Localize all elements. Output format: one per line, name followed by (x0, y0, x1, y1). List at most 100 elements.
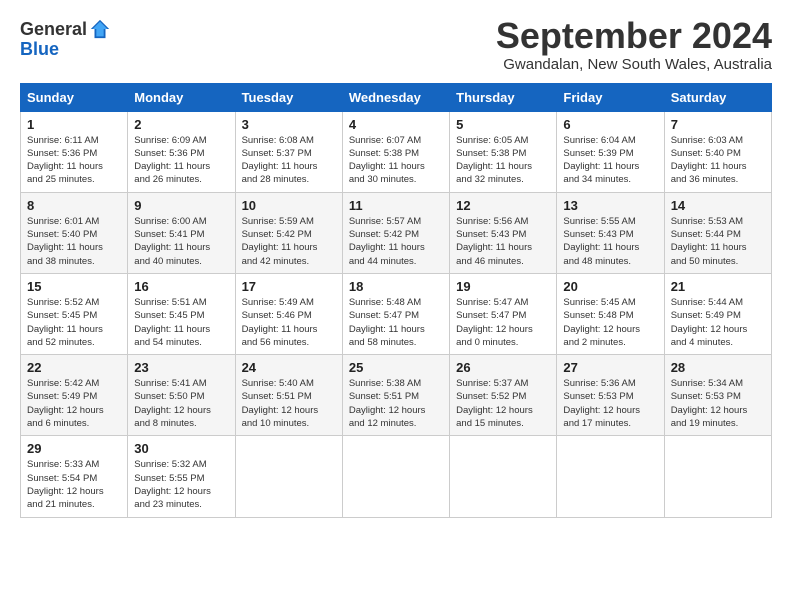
day-info: Sunrise: 5:48 AM Sunset: 5:47 PM Dayligh… (349, 296, 444, 349)
calendar-cell: 7 Sunrise: 6:03 AM Sunset: 5:40 PM Daylig… (664, 111, 771, 192)
calendar-cell (664, 436, 771, 517)
calendar-cell: 17 Sunrise: 5:49 AM Sunset: 5:46 PM Dayli… (235, 273, 342, 354)
calendar-cell: 25Sunrise: 5:38 AM Sunset: 5:51 PM Dayli… (342, 355, 449, 436)
day-number: 11 (349, 198, 444, 213)
calendar-week-row: 1 Sunrise: 6:11 AM Sunset: 5:36 PM Daylig… (21, 111, 772, 192)
day-number: 19 (456, 279, 551, 294)
calendar-cell: 8 Sunrise: 6:01 AM Sunset: 5:40 PM Daylig… (21, 192, 128, 273)
day-info: Sunrise: 6:04 AM Sunset: 5:39 PM Dayligh… (563, 134, 658, 187)
calendar-cell: 27 Sunrise: 5:36 AM Sunset: 5:53 PM Dayli… (557, 355, 664, 436)
logo-blue-text: Blue (20, 40, 111, 60)
calendar-cell: 26 Sunrise: 5:37 AM Sunset: 5:52 PM Dayli… (450, 355, 557, 436)
subtitle: Gwandalan, New South Wales, Australia (496, 56, 772, 73)
calendar-cell (450, 436, 557, 517)
header: General Blue September 2024 Gwandalan, N… (20, 16, 772, 73)
day-number: 30 (134, 441, 229, 456)
calendar-cell: 20Sunrise: 5:45 AM Sunset: 5:48 PM Dayli… (557, 273, 664, 354)
day-number: 29 (27, 441, 122, 456)
logo-icon (89, 18, 111, 40)
calendar-cell: 23 Sunrise: 5:41 AM Sunset: 5:50 PM Dayli… (128, 355, 235, 436)
calendar-cell: 3Sunrise: 6:08 AM Sunset: 5:37 PM Daylig… (235, 111, 342, 192)
day-number: 13 (563, 198, 658, 213)
calendar-week-row: 8 Sunrise: 6:01 AM Sunset: 5:40 PM Daylig… (21, 192, 772, 273)
calendar-header-saturday: Saturday (664, 83, 771, 111)
calendar-cell: 21Sunrise: 5:44 AM Sunset: 5:49 PM Dayli… (664, 273, 771, 354)
day-info: Sunrise: 5:36 AM Sunset: 5:53 PM Dayligh… (563, 377, 658, 430)
day-number: 8 (27, 198, 122, 213)
day-number: 28 (671, 360, 766, 375)
day-info: Sunrise: 6:09 AM Sunset: 5:36 PM Dayligh… (134, 134, 229, 187)
day-info: Sunrise: 5:45 AM Sunset: 5:48 PM Dayligh… (563, 296, 658, 349)
day-number: 24 (242, 360, 337, 375)
day-info: Sunrise: 5:33 AM Sunset: 5:54 PM Dayligh… (27, 458, 122, 511)
day-number: 5 (456, 117, 551, 132)
day-number: 7 (671, 117, 766, 132)
day-info: Sunrise: 5:49 AM Sunset: 5:46 PM Dayligh… (242, 296, 337, 349)
logo-general-text: General (20, 20, 87, 40)
day-number: 4 (349, 117, 444, 132)
day-info: Sunrise: 5:55 AM Sunset: 5:43 PM Dayligh… (563, 215, 658, 268)
calendar-week-row: 22Sunrise: 5:42 AM Sunset: 5:49 PM Dayli… (21, 355, 772, 436)
calendar-cell: 15 Sunrise: 5:52 AM Sunset: 5:45 PM Dayli… (21, 273, 128, 354)
day-info: Sunrise: 5:34 AM Sunset: 5:53 PM Dayligh… (671, 377, 766, 430)
day-info: Sunrise: 6:05 AM Sunset: 5:38 PM Dayligh… (456, 134, 551, 187)
day-number: 14 (671, 198, 766, 213)
calendar-cell: 11 Sunrise: 5:57 AM Sunset: 5:42 PM Dayli… (342, 192, 449, 273)
day-info: Sunrise: 5:32 AM Sunset: 5:55 PM Dayligh… (134, 458, 229, 511)
day-number: 17 (242, 279, 337, 294)
day-info: Sunrise: 5:52 AM Sunset: 5:45 PM Dayligh… (27, 296, 122, 349)
calendar-cell: 19Sunrise: 5:47 AM Sunset: 5:47 PM Dayli… (450, 273, 557, 354)
day-info: Sunrise: 5:41 AM Sunset: 5:50 PM Dayligh… (134, 377, 229, 430)
calendar-cell: 24Sunrise: 5:40 AM Sunset: 5:51 PM Dayli… (235, 355, 342, 436)
calendar: SundayMondayTuesdayWednesdayThursdayFrid… (20, 83, 772, 518)
day-number: 15 (27, 279, 122, 294)
day-number: 27 (563, 360, 658, 375)
calendar-header-monday: Monday (128, 83, 235, 111)
calendar-cell: 13 Sunrise: 5:55 AM Sunset: 5:43 PM Dayli… (557, 192, 664, 273)
calendar-cell: 28 Sunrise: 5:34 AM Sunset: 5:53 PM Dayli… (664, 355, 771, 436)
calendar-cell: 16Sunrise: 5:51 AM Sunset: 5:45 PM Dayli… (128, 273, 235, 354)
calendar-cell: 5 Sunrise: 6:05 AM Sunset: 5:38 PM Daylig… (450, 111, 557, 192)
day-number: 22 (27, 360, 122, 375)
day-info: Sunrise: 5:51 AM Sunset: 5:45 PM Dayligh… (134, 296, 229, 349)
calendar-cell: 18 Sunrise: 5:48 AM Sunset: 5:47 PM Dayli… (342, 273, 449, 354)
calendar-cell: 22Sunrise: 5:42 AM Sunset: 5:49 PM Dayli… (21, 355, 128, 436)
calendar-cell: 30 Sunrise: 5:32 AM Sunset: 5:55 PM Dayli… (128, 436, 235, 517)
calendar-cell: 29 Sunrise: 5:33 AM Sunset: 5:54 PM Dayli… (21, 436, 128, 517)
calendar-week-row: 29 Sunrise: 5:33 AM Sunset: 5:54 PM Dayli… (21, 436, 772, 517)
calendar-cell (557, 436, 664, 517)
day-info: Sunrise: 5:59 AM Sunset: 5:42 PM Dayligh… (242, 215, 337, 268)
calendar-cell: 1 Sunrise: 6:11 AM Sunset: 5:36 PM Daylig… (21, 111, 128, 192)
calendar-cell: 10Sunrise: 5:59 AM Sunset: 5:42 PM Dayli… (235, 192, 342, 273)
day-info: Sunrise: 6:07 AM Sunset: 5:38 PM Dayligh… (349, 134, 444, 187)
day-number: 12 (456, 198, 551, 213)
calendar-cell: 6 Sunrise: 6:04 AM Sunset: 5:39 PM Daylig… (557, 111, 664, 192)
day-info: Sunrise: 5:38 AM Sunset: 5:51 PM Dayligh… (349, 377, 444, 430)
calendar-header-wednesday: Wednesday (342, 83, 449, 111)
calendar-header-tuesday: Tuesday (235, 83, 342, 111)
day-info: Sunrise: 6:01 AM Sunset: 5:40 PM Dayligh… (27, 215, 122, 268)
day-info: Sunrise: 6:03 AM Sunset: 5:40 PM Dayligh… (671, 134, 766, 187)
calendar-cell: 9 Sunrise: 6:00 AM Sunset: 5:41 PM Daylig… (128, 192, 235, 273)
day-number: 18 (349, 279, 444, 294)
day-number: 23 (134, 360, 229, 375)
day-info: Sunrise: 6:00 AM Sunset: 5:41 PM Dayligh… (134, 215, 229, 268)
calendar-cell (235, 436, 342, 517)
day-number: 2 (134, 117, 229, 132)
day-number: 9 (134, 198, 229, 213)
calendar-cell: 14Sunrise: 5:53 AM Sunset: 5:44 PM Dayli… (664, 192, 771, 273)
day-info: Sunrise: 5:56 AM Sunset: 5:43 PM Dayligh… (456, 215, 551, 268)
calendar-header-row: SundayMondayTuesdayWednesdayThursdayFrid… (21, 83, 772, 111)
title-block: September 2024 Gwandalan, New South Wale… (496, 16, 772, 73)
calendar-header-sunday: Sunday (21, 83, 128, 111)
day-info: Sunrise: 5:44 AM Sunset: 5:49 PM Dayligh… (671, 296, 766, 349)
day-number: 3 (242, 117, 337, 132)
day-number: 6 (563, 117, 658, 132)
calendar-cell: 4 Sunrise: 6:07 AM Sunset: 5:38 PM Daylig… (342, 111, 449, 192)
day-number: 1 (27, 117, 122, 132)
day-info: Sunrise: 6:11 AM Sunset: 5:36 PM Dayligh… (27, 134, 122, 187)
day-info: Sunrise: 5:37 AM Sunset: 5:52 PM Dayligh… (456, 377, 551, 430)
day-info: Sunrise: 5:57 AM Sunset: 5:42 PM Dayligh… (349, 215, 444, 268)
month-title: September 2024 (496, 16, 772, 56)
day-number: 26 (456, 360, 551, 375)
